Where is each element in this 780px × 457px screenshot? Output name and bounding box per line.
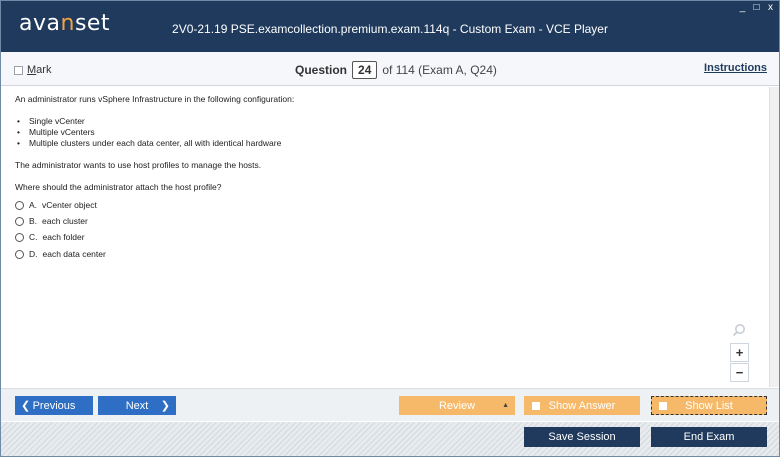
option-text: each data center <box>42 248 106 259</box>
vce-player-window: avanset 2V0-21.19 PSE.examcollection.pre… <box>0 0 780 457</box>
question-label: Question <box>295 63 348 77</box>
show-answer-label: Show Answer <box>548 399 616 412</box>
option-letter: D. <box>29 248 38 259</box>
search-icon <box>732 324 745 337</box>
option-c[interactable]: C. each folder <box>15 230 755 246</box>
show-list-button[interactable]: Show List <box>651 396 767 415</box>
chevron-left-icon: ❮ <box>21 400 31 412</box>
option-b[interactable]: B. each cluster <box>15 213 755 229</box>
vertical-scrollbar[interactable] <box>769 87 779 387</box>
previous-button[interactable]: ❮ Previous <box>15 396 93 415</box>
config-list: Single vCenter Multiple vCenters Multipl… <box>15 116 755 149</box>
show-answer-button[interactable]: Show Answer <box>524 396 640 415</box>
minimize-icon[interactable]: _ <box>738 3 747 13</box>
review-button[interactable]: Review ▲ <box>399 396 515 415</box>
mark-checkbox[interactable]: Mark <box>14 64 51 76</box>
radio-icon[interactable] <box>15 216 24 226</box>
show-list-label: Show List <box>685 399 733 412</box>
question-of-text: of 114 (Exam A, Q24) <box>382 63 497 77</box>
maximize-icon[interactable]: □ <box>752 3 761 13</box>
list-item: Single vCenter <box>15 116 755 127</box>
option-letter: B. <box>29 215 38 226</box>
zoom-in-button[interactable]: + <box>730 343 749 362</box>
next-button[interactable]: Next ❯ <box>98 396 176 415</box>
question-body: An administrator runs vSphere Infrastruc… <box>1 87 769 387</box>
checkbox-icon[interactable] <box>532 401 540 410</box>
navigation-bar: ❮ Previous Next ❯ Review ▲ Show Answer S… <box>1 388 779 421</box>
window-title: 2V0-21.19 PSE.examcollection.premium.exa… <box>172 22 608 36</box>
option-a[interactable]: A. vCenter object <box>15 197 755 213</box>
radio-icon[interactable] <box>15 249 24 259</box>
title-bar: avanset 2V0-21.19 PSE.examcollection.pre… <box>1 1 779 52</box>
question-intro: An administrator runs vSphere Infrastruc… <box>15 94 295 104</box>
close-icon[interactable]: x <box>766 3 775 13</box>
previous-label: Previous <box>32 399 76 412</box>
chevron-right-icon: ❯ <box>160 400 170 412</box>
question-paragraph: The administrator wants to use host prof… <box>15 160 262 170</box>
instructions-link[interactable]: Instructions <box>704 62 767 74</box>
option-letter: C. <box>29 232 38 243</box>
next-label: Next <box>125 399 149 412</box>
question-counter: Question 24 of 114 (Exam A, Q24) <box>295 61 497 79</box>
option-text: vCenter object <box>42 199 97 210</box>
review-label: Review <box>438 399 476 412</box>
radio-icon[interactable] <box>15 233 24 243</box>
list-item: Multiple clusters under each data center… <box>15 138 755 149</box>
footer-bar: Save Session End Exam <box>1 422 779 456</box>
window-controls: _ □ x <box>738 3 775 13</box>
option-text: each folder <box>42 232 85 243</box>
question-number-input[interactable]: 24 <box>352 61 378 79</box>
zoom-out-button[interactable]: − <box>730 363 749 382</box>
mark-label: Mark <box>27 64 52 76</box>
end-exam-button[interactable]: End Exam <box>651 427 767 447</box>
triangle-up-icon: ▲ <box>502 402 509 409</box>
radio-icon[interactable] <box>15 200 24 210</box>
list-item: Multiple vCenters <box>15 127 755 138</box>
option-text: each cluster <box>42 215 88 226</box>
save-session-button[interactable]: Save Session <box>524 427 640 447</box>
option-letter: A. <box>29 199 38 210</box>
question-header: Mark Question 24 of 114 (Exam A, Q24) In… <box>1 52 779 86</box>
checkbox-icon[interactable] <box>659 401 667 410</box>
question-prompt: Where should the administrator attach th… <box>15 182 222 192</box>
answer-options: A. vCenter object B. each cluster C. eac… <box>15 197 755 262</box>
checkbox-icon[interactable] <box>14 65 23 75</box>
option-d[interactable]: D. each data center <box>15 246 755 262</box>
